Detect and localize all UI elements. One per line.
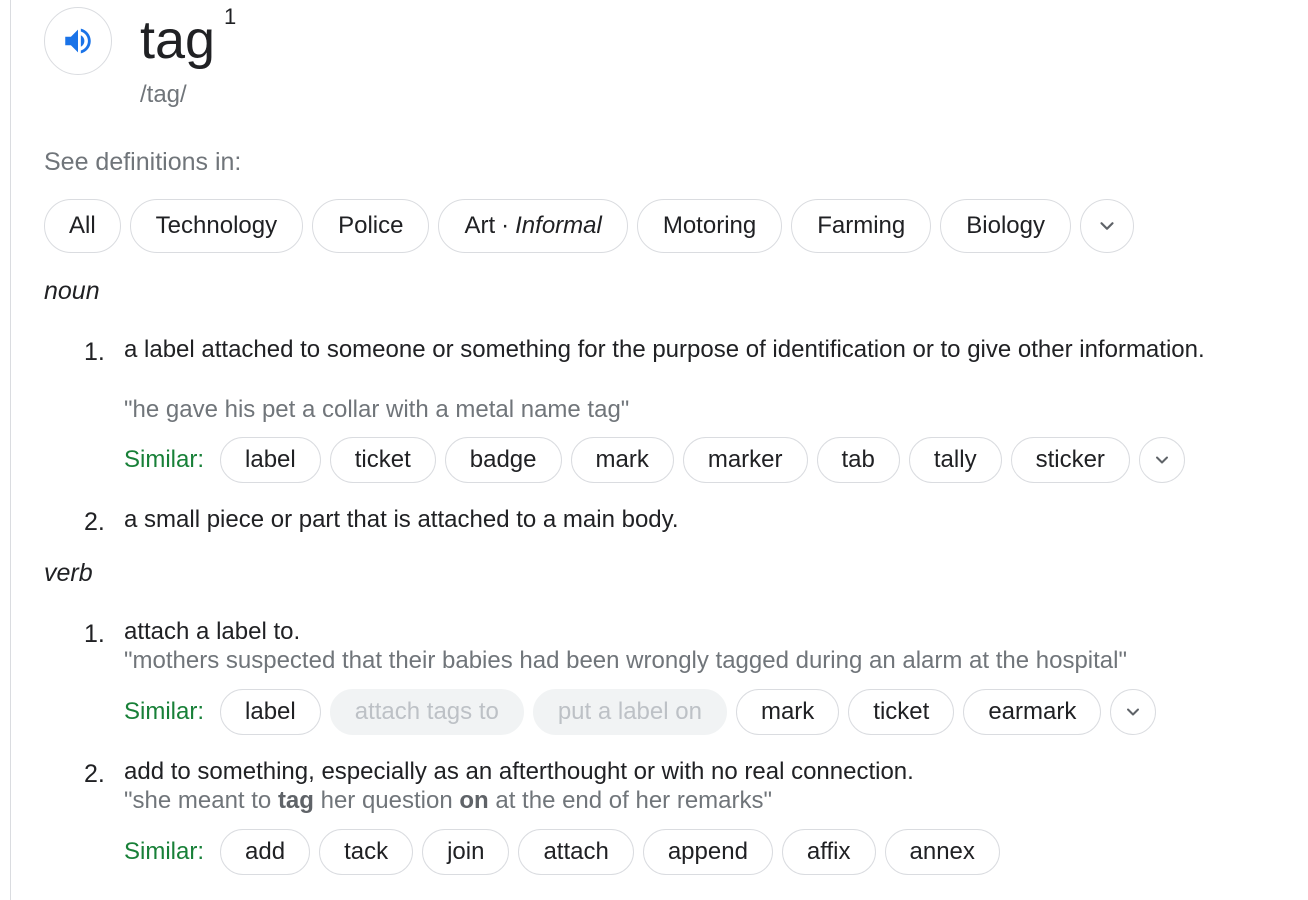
similar-chip-attach-tags-to: attach tags to [329, 689, 524, 735]
more-similar-button[interactable] [1138, 437, 1185, 483]
chevron-down-icon [1100, 222, 1114, 230]
verb-sense-2-similar-row: Similar: add tack join attach append aff… [124, 829, 1009, 875]
similar-chip-mark[interactable]: mark [735, 689, 840, 735]
similar-label: Similar: [124, 446, 205, 473]
verb-sense-1-similar-row: Similar: label attach tags to put a labe… [124, 689, 1165, 735]
noun-sense-1-similar-row: Similar: label ticket badge mark marker … [124, 437, 1194, 483]
more-similar-button[interactable] [1110, 689, 1157, 735]
similar-chip-mark[interactable]: mark [570, 437, 674, 483]
noun-sense-2-number: 2. [84, 508, 105, 536]
similar-chip-badge[interactable]: badge [444, 437, 562, 483]
phonetic-spelling: /tag/ [140, 81, 187, 108]
domain-chip-row: All Technology Police Art · Informal Motor… [44, 199, 1143, 253]
verb-sense-1-definition: attach a label to. [124, 618, 301, 645]
similar-label: Similar: [124, 838, 205, 865]
similar-chip-marker[interactable]: marker [682, 437, 808, 483]
similar-chip-sticker[interactable]: sticker [1010, 437, 1130, 483]
verb-sense-1-number: 1. [84, 620, 105, 648]
similar-chip-join[interactable]: join [422, 829, 510, 875]
part-of-speech-verb: verb [44, 559, 93, 587]
similar-chip-earmark[interactable]: earmark [963, 689, 1102, 735]
pronunciation-audio-button[interactable] [44, 7, 112, 75]
similar-chip-put-a-label-on: put a label on [532, 689, 727, 735]
verb-sense-2-number: 2. [84, 760, 105, 788]
domain-chip-art-informal[interactable]: Art · Informal [438, 199, 628, 253]
headword: tag [140, 10, 216, 70]
similar-chip-ticket[interactable]: ticket [848, 689, 955, 735]
similar-chip-annex[interactable]: annex [884, 829, 1000, 875]
domain-chip-farming[interactable]: Farming [791, 199, 932, 253]
verb-sense-2-example: "she meant to tag her question on at the… [124, 787, 773, 814]
similar-chip-add[interactable]: add [220, 829, 311, 875]
noun-sense-1-definition: a label attached to someone or something… [124, 336, 1205, 363]
similar-chip-tab[interactable]: tab [816, 437, 900, 483]
left-divider [10, 0, 11, 900]
more-domains-button[interactable] [1079, 199, 1134, 253]
similar-chip-attach[interactable]: attach [518, 829, 634, 875]
noun-sense-1-example: "he gave his pet a collar with a metal n… [124, 396, 630, 423]
noun-sense-1-number: 1. [84, 338, 105, 366]
verb-sense-2-definition: add to something, especially as an after… [124, 758, 914, 785]
similar-chip-tally[interactable]: tally [908, 437, 1002, 483]
noun-sense-2-definition: a small piece or part that is attached t… [124, 506, 679, 533]
similar-chip-tack[interactable]: tack [319, 829, 414, 875]
chevron-down-icon [1155, 456, 1168, 464]
see-definitions-label: See definitions in: [44, 148, 242, 176]
part-of-speech-noun: noun [44, 277, 100, 305]
domain-chip-police[interactable]: Police [312, 199, 430, 253]
domain-chip-all[interactable]: All [44, 199, 121, 253]
domain-chip-technology[interactable]: Technology [129, 199, 304, 253]
similar-label: Similar: [124, 698, 205, 725]
volume-up-icon [65, 28, 91, 54]
similar-chip-append[interactable]: append [642, 829, 773, 875]
similar-chip-affix[interactable]: affix [781, 829, 876, 875]
domain-chip-motoring[interactable]: Motoring [636, 199, 783, 253]
homograph-number: 1 [224, 4, 237, 29]
verb-sense-1-example: "mothers suspected that their babies had… [124, 647, 1127, 674]
similar-chip-ticket[interactable]: ticket [329, 437, 436, 483]
chevron-down-icon [1127, 708, 1140, 716]
similar-chip-label[interactable]: label [220, 437, 321, 483]
domain-chip-biology[interactable]: Biology [940, 199, 1071, 253]
similar-chip-label[interactable]: label [220, 689, 321, 735]
